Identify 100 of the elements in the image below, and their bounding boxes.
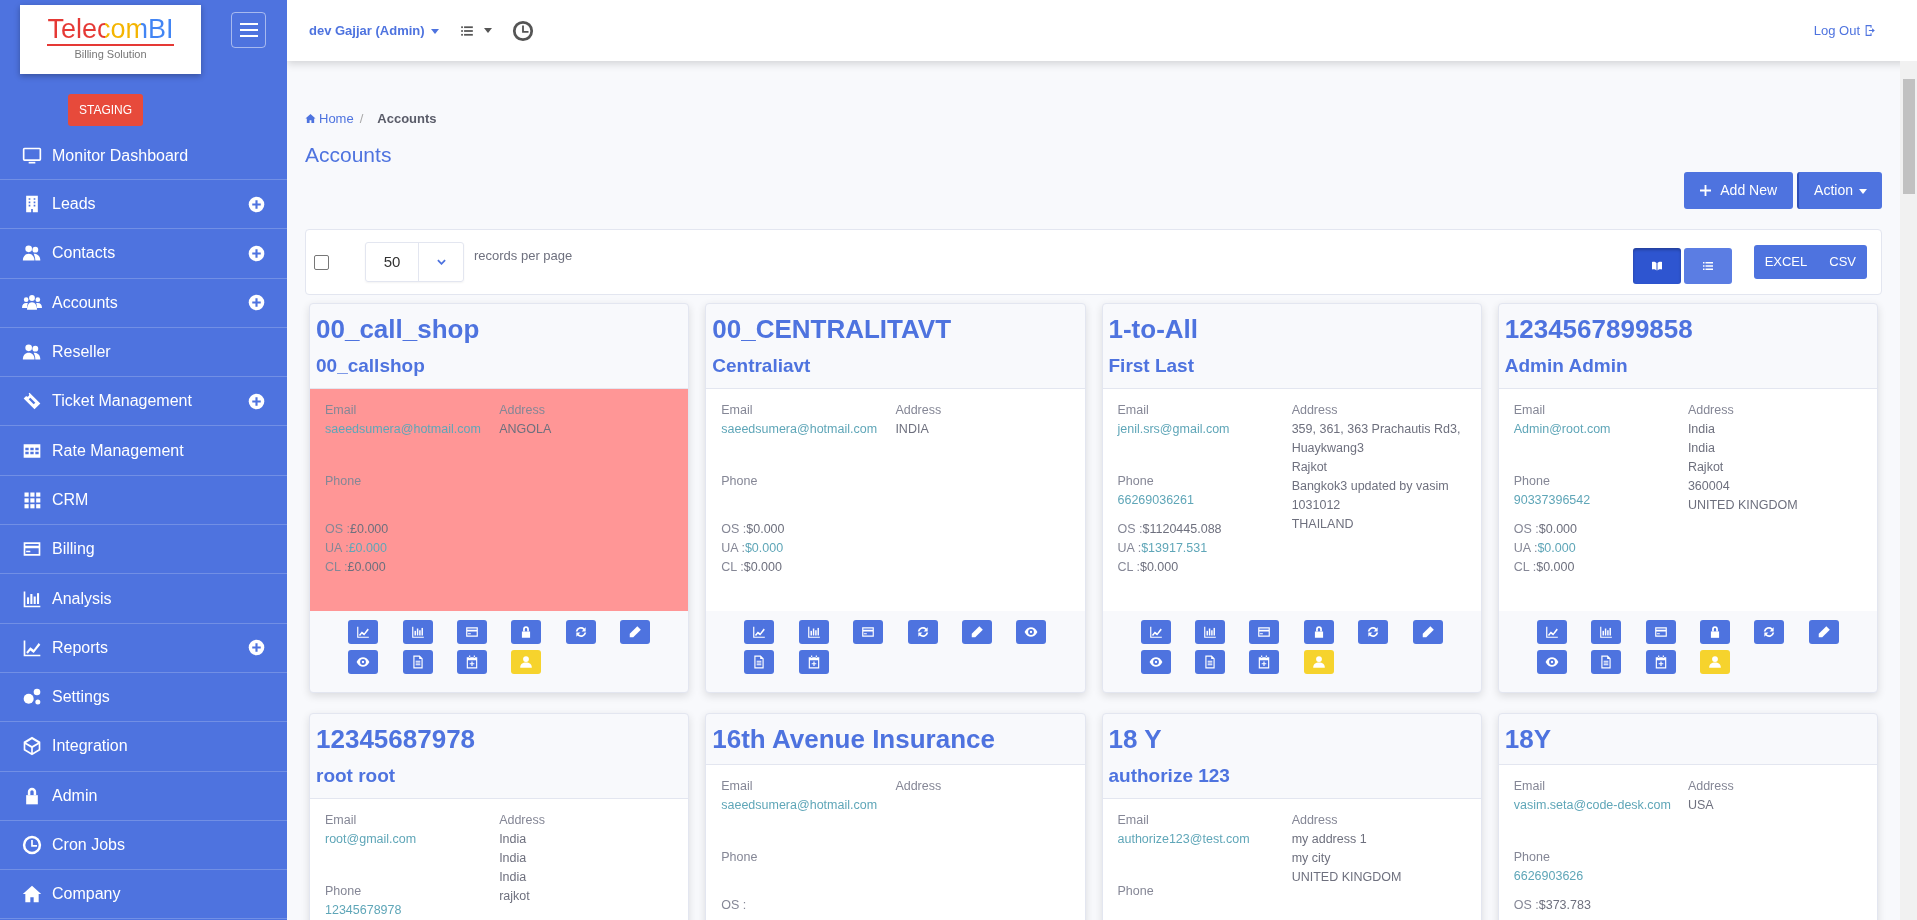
sidebar-item[interactable]: CRM — [0, 475, 287, 526]
balance-value: $13917.531 — [1141, 541, 1208, 555]
balance-label: CL : — [325, 560, 348, 574]
sidebar-item[interactable]: Settings — [0, 672, 287, 723]
card-view-button[interactable] — [1632, 248, 1681, 284]
line-chart-icon — [1544, 625, 1559, 639]
sidebar-item[interactable]: Ticket Management — [0, 377, 287, 427]
calendar-button[interactable] — [798, 650, 829, 674]
sidebar-item[interactable]: Reports — [0, 623, 287, 673]
refresh-button[interactable] — [907, 620, 938, 644]
sidebar-item[interactable]: Company — [0, 870, 287, 920]
sidebar-item[interactable]: Reseller — [0, 327, 287, 378]
lock-button[interactable] — [1700, 620, 1731, 644]
refresh-icon — [573, 625, 588, 639]
list-menu[interactable] — [458, 23, 492, 38]
edit-button[interactable] — [961, 620, 992, 644]
edit-button[interactable] — [1412, 620, 1443, 644]
bar-chart-icon — [410, 625, 425, 639]
breadcrumb-link[interactable]: Home — [305, 109, 354, 129]
balance-label: OS : — [721, 897, 747, 912]
sidebar-item[interactable]: Leads — [0, 180, 287, 230]
sidebar-item[interactable]: Billing — [0, 525, 287, 575]
export-button[interactable]: CSV — [1818, 245, 1867, 279]
sidebar-item[interactable]: Cron Jobs — [0, 820, 287, 871]
address-line: UNITED KINGDOM — [1291, 869, 1403, 886]
analysis-button[interactable] — [798, 620, 829, 644]
scrollbar[interactable] — [1900, 61, 1917, 920]
list-view-button[interactable] — [1683, 248, 1732, 284]
analysis-button[interactable] — [1195, 620, 1226, 644]
refresh-button[interactable] — [565, 620, 596, 644]
balance-label: UA : — [1117, 541, 1142, 555]
trend-button[interactable] — [348, 620, 379, 644]
account-title[interactable]: 18 Y — [1108, 723, 1475, 756]
export-button[interactable]: EXCEL — [1753, 245, 1819, 279]
billing-button[interactable] — [853, 620, 884, 644]
account-title[interactable]: 00_CENTRALITAVT — [712, 313, 1079, 346]
view-button[interactable] — [348, 650, 379, 674]
address-line: 359, 361, 363 Prachautis Rd3, — [1291, 421, 1462, 438]
clock-icon[interactable] — [511, 19, 534, 42]
document-button[interactable] — [744, 650, 775, 674]
trend-button[interactable] — [744, 620, 775, 644]
field-label: Email — [1513, 402, 1546, 419]
sidebar-item[interactable]: Admin — [0, 771, 287, 821]
lock-button[interactable] — [1303, 620, 1334, 644]
field-label: Phone — [1513, 848, 1551, 866]
document-icon — [1203, 655, 1218, 669]
balance-value: £0.000 — [350, 522, 389, 536]
page-size-select[interactable]: 50 — [365, 242, 464, 282]
sidebar-item[interactable]: Analysis — [0, 574, 287, 624]
billing-button[interactable] — [1645, 620, 1676, 644]
plus-icon[interactable] — [248, 392, 265, 410]
list-icon — [458, 23, 475, 38]
view-button[interactable] — [1016, 620, 1047, 644]
analysis-button[interactable] — [1591, 620, 1622, 644]
plus-icon[interactable] — [248, 639, 265, 657]
user-menu[interactable]: dev Gajjar (Admin) — [309, 20, 439, 41]
trend-button[interactable] — [1140, 620, 1171, 644]
environment-badge: STAGING — [68, 94, 144, 126]
billing-button[interactable] — [456, 620, 487, 644]
logo[interactable]: TelecomBI Billing Solution — [20, 5, 201, 74]
account-title[interactable]: 1234567899858 — [1504, 313, 1871, 346]
calendar-button[interactable] — [1645, 650, 1676, 674]
calendar-button[interactable] — [1249, 650, 1280, 674]
action-dropdown[interactable]: Action — [1797, 172, 1882, 209]
balance-label: OS : — [721, 522, 747, 536]
plus-icon[interactable] — [248, 294, 265, 312]
analysis-button[interactable] — [402, 620, 433, 644]
calendar-button[interactable] — [456, 650, 487, 674]
document-button[interactable] — [1591, 650, 1622, 674]
sidebar-item[interactable]: Contacts — [0, 229, 287, 279]
account-title[interactable]: 1-to-All — [1108, 313, 1475, 346]
document-button[interactable] — [1195, 650, 1226, 674]
lock-button[interactable] — [511, 620, 542, 644]
trend-button[interactable] — [1536, 620, 1567, 644]
document-button[interactable] — [402, 650, 433, 674]
account-title[interactable]: 16th Avenue Insurance — [712, 723, 1079, 756]
menu-button[interactable] — [231, 12, 266, 48]
refresh-button[interactable] — [1358, 620, 1389, 644]
sidebar-item[interactable]: Monitor Dashboard — [0, 132, 287, 180]
add-new-button[interactable]: Add New — [1684, 172, 1794, 209]
email-value: root@gmail.com — [325, 831, 418, 848]
eye-icon — [1148, 655, 1163, 669]
sidebar-item[interactable]: Accounts — [0, 278, 287, 328]
account-title[interactable]: 12345687978 — [316, 723, 683, 756]
logout-link[interactable]: Log Out — [1813, 20, 1877, 41]
field-label: Email — [1117, 402, 1150, 419]
edit-button[interactable] — [620, 620, 651, 644]
sidebar-item[interactable]: Rate Management — [0, 426, 287, 476]
sidebar-item[interactable]: Integration — [0, 722, 287, 772]
view-button[interactable] — [1140, 650, 1171, 674]
account-title[interactable]: 18Y — [1504, 723, 1871, 756]
account-title[interactable]: 00_call_shop — [316, 313, 683, 346]
edit-button[interactable] — [1808, 620, 1839, 644]
view-button[interactable] — [1536, 650, 1567, 674]
plus-icon[interactable] — [248, 244, 265, 262]
email-value: saeedsumera@hotmail.com — [325, 421, 482, 438]
refresh-button[interactable] — [1754, 620, 1785, 644]
plus-icon[interactable] — [248, 195, 265, 213]
billing-button[interactable] — [1249, 620, 1280, 644]
select-all-checkbox[interactable] — [314, 254, 329, 270]
